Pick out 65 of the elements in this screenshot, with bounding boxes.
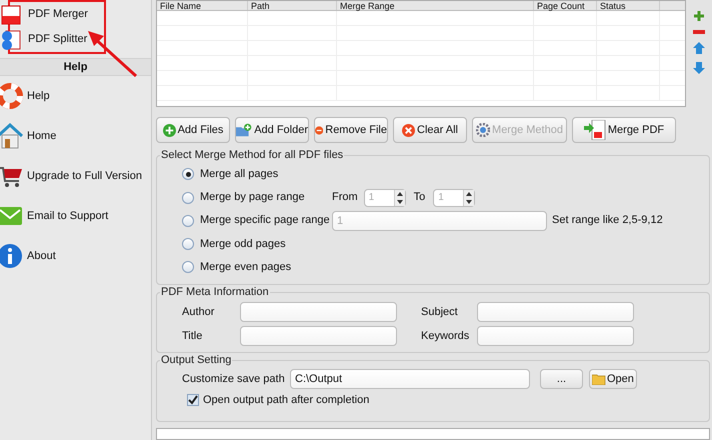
lifebuoy-icon [0,83,23,109]
field-label: Subject [420,304,459,320]
from-label: From [332,190,358,206]
checkbox-label: Open output path after completion [203,393,370,408]
toolbar-button[interactable]: Clear All [393,117,467,143]
meta-input[interactable] [240,326,397,346]
toolbar-button[interactable]: Remove File [314,117,388,143]
toolbar-button[interactable]: Merge PDF [572,117,676,143]
meta-input[interactable] [240,302,397,322]
section-header: Help [0,58,151,76]
meta-input[interactable] [477,302,634,322]
up-arrow-icon[interactable] [693,42,705,54]
field-label: Keywords [420,328,470,344]
to-label: To [414,190,426,206]
option-label: Merge specific page range [200,213,330,228]
tool-item[interactable]: PDF Splitter [0,27,104,52]
group-title: Select Merge Method for all PDF files [160,148,344,162]
toolbar-button[interactable]: Add Files [156,117,230,143]
option-label: Merge all pages [200,167,278,182]
option-label: Merge by page range [200,190,305,206]
radio-button[interactable] [182,192,194,204]
down-caret-icon[interactable] [466,200,472,204]
toolbar-button[interactable]: Add Folder [235,117,309,143]
open-button[interactable]: Open [589,369,637,389]
checkmark-icon [188,395,198,406]
radio-button[interactable] [182,168,194,180]
radio-button[interactable] [182,214,194,226]
field-label: Title [182,328,204,344]
folder-icon [592,373,607,385]
sidebar-item[interactable]: About [0,236,151,276]
column-header[interactable]: Merge Range [337,1,534,10]
option-label: Merge even pages [200,260,292,275]
numbered-pages-icon [0,28,22,50]
sidebar-item[interactable]: Help [0,76,151,116]
down-arrow-icon[interactable] [693,62,705,74]
plus-icon[interactable] [693,10,705,22]
plus-circle-icon [162,124,176,136]
option-label: Merge odd pages [200,236,286,252]
group-title: Output Setting [160,353,232,367]
folder-plus-icon [236,123,252,137]
checkbox[interactable] [187,394,199,406]
sidebar-item[interactable]: Upgrade to Full Version [0,156,151,196]
up-caret-icon[interactable] [466,192,472,196]
range-hint: Set range like 2,5-9,12 [552,213,663,228]
column-header[interactable]: Page Count [534,1,597,10]
gear-icon [476,123,490,137]
up-caret-icon[interactable] [396,192,403,196]
radio-button[interactable] [182,238,194,250]
tool-item[interactable]: PDF Merger [0,2,104,27]
minus-circle-icon [315,124,324,136]
x-circle-icon [402,124,416,136]
field-label: Author [182,304,216,320]
pdf-arrow-icon [584,120,606,140]
save-path-input[interactable]: C:\Output [290,369,530,389]
radio-button[interactable] [182,261,194,274]
column-header[interactable]: Status [597,1,660,10]
column-header[interactable]: File Name [157,1,248,10]
info-icon [0,243,23,269]
field-label: Customize save path [182,372,286,387]
down-caret-icon[interactable] [396,200,403,204]
column-header[interactable]: Path [248,1,337,10]
browse-button[interactable]: ... [540,369,583,389]
sidebar-item[interactable]: Email to Support [0,196,151,236]
sidebar-item[interactable]: Home [0,116,151,156]
meta-input[interactable] [477,326,634,346]
